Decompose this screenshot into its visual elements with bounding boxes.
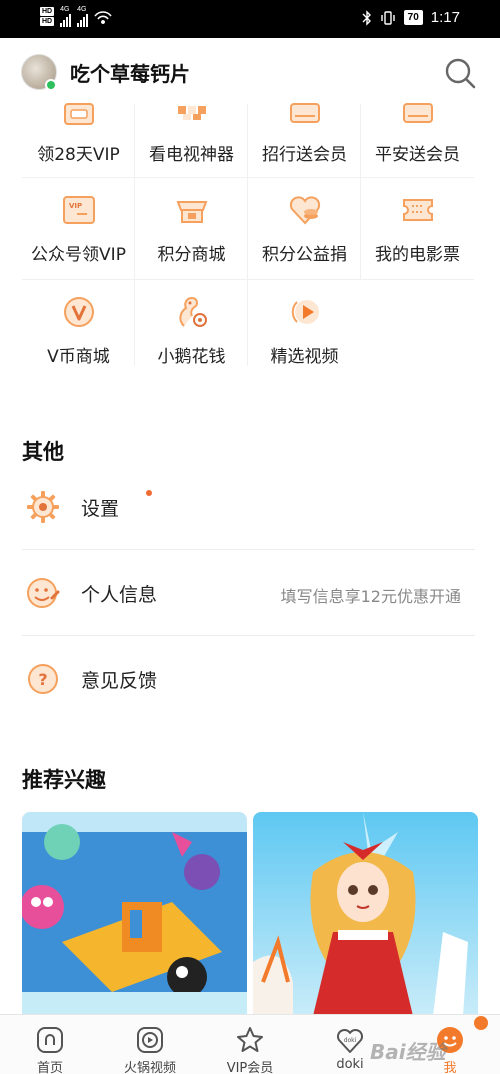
service-label: V币商城 xyxy=(47,347,110,367)
service-label: 公众号领VIP xyxy=(31,245,126,265)
nav-tab-home[interactable]: 首页 xyxy=(0,1015,100,1074)
tv-icon xyxy=(178,106,206,120)
svg-text:VIP: VIP xyxy=(69,202,82,210)
feedback-label: 意见反馈 xyxy=(81,670,158,692)
status-bar: HD HD 4G 4G 70 1:17 xyxy=(0,0,500,38)
signal-icon-2 xyxy=(77,13,89,27)
network-type: 4G xyxy=(60,6,70,13)
service-label: 我的电影票 xyxy=(375,245,460,265)
username[interactable]: 吃个草莓钙片 xyxy=(70,58,190,87)
svg-text:doki: doki xyxy=(344,1037,357,1044)
nav-label: VIP会员 xyxy=(226,1061,274,1074)
service-label: 领28天VIP xyxy=(37,145,120,165)
list-item-settings[interactable]: 设置 xyxy=(22,464,475,550)
service-item-insurance[interactable]: 平安送会员 xyxy=(361,103,474,178)
insurance-icon xyxy=(403,103,433,123)
recommend-card-game[interactable] xyxy=(22,812,247,1016)
cartoon-game-illustration xyxy=(22,812,247,1016)
settings-label: 设置 xyxy=(81,498,120,520)
goose-icon xyxy=(179,296,207,327)
gear-icon xyxy=(27,491,59,523)
search-icon[interactable] xyxy=(443,56,477,90)
wifi-hotspot-icon xyxy=(94,10,112,24)
watermark-text: Bai经验 xyxy=(370,1040,446,1064)
sim2-badge: HD xyxy=(40,17,55,26)
clock: 1:17 xyxy=(430,9,460,26)
service-label: 平安送会员 xyxy=(375,145,460,165)
service-label: 积分公益捐 xyxy=(262,245,347,265)
me-tab-badge xyxy=(474,1016,488,1030)
section-title-recommended: 推荐兴趣 xyxy=(22,768,106,792)
home-icon xyxy=(37,1027,63,1053)
nav-label: 首页 xyxy=(36,1061,63,1074)
christmas-girl-illustration xyxy=(253,812,478,1016)
svg-text:?: ? xyxy=(38,670,47,689)
service-item-bank[interactable]: 招行送会员 xyxy=(248,103,361,178)
service-label: 看电视神器 xyxy=(149,145,234,165)
service-item-tv[interactable]: 看电视神器 xyxy=(135,104,248,178)
nav-tab-hotpot[interactable]: 火锅视频 xyxy=(100,1015,200,1074)
service-item-official-vip[interactable]: VIP 公众号领VIP xyxy=(22,178,135,280)
recommend-card-girl[interactable] xyxy=(253,812,478,1016)
v-coin-icon xyxy=(64,297,94,327)
charity-heart-icon xyxy=(289,196,321,225)
sim1-badge: HD xyxy=(40,7,55,16)
profile-header: 吃个草莓钙片 xyxy=(0,38,500,104)
list-item-personal-info[interactable]: 个人信息 填写信息享12元优惠开通 xyxy=(22,550,475,636)
service-label: 招行送会员 xyxy=(262,145,347,165)
vip-28-icon xyxy=(64,103,94,125)
bank-card-icon xyxy=(290,103,320,123)
service-label: 积分商城 xyxy=(157,245,226,265)
section-title-other: 其他 xyxy=(22,440,64,464)
hotpot-video-icon xyxy=(137,1027,163,1053)
doki-heart-icon: doki xyxy=(336,1028,364,1053)
smile-edit-icon xyxy=(27,578,60,608)
personal-info-label: 个人信息 xyxy=(81,584,158,606)
list-item-feedback[interactable]: ? 意见反馈 xyxy=(22,636,475,722)
service-item-v-coin[interactable]: V币商城 xyxy=(22,280,135,367)
services-grid: 领28天VIP 看电视神器 招行送会员 平安送会员 VIP 公众号领VIP 积分… xyxy=(22,103,475,367)
nav-label: 火锅视频 xyxy=(123,1061,176,1074)
battery-indicator: 70 xyxy=(403,10,423,25)
vip-star-icon xyxy=(237,1027,263,1052)
bluetooth-icon xyxy=(362,9,371,26)
notification-dot xyxy=(146,490,152,496)
service-item-charity[interactable]: 积分公益捐 xyxy=(248,178,361,280)
nav-tab-vip[interactable]: VIP会员 xyxy=(200,1015,300,1074)
service-item-points-mall[interactable]: 积分商城 xyxy=(135,178,248,280)
service-item-goose[interactable]: 小鹅花钱 xyxy=(135,280,248,367)
service-item-movie-ticket[interactable]: 我的电影票 xyxy=(361,178,474,280)
online-status-dot xyxy=(45,79,57,91)
service-item-featured-video[interactable]: 精选视频 xyxy=(248,280,361,367)
service-label: 精选视频 xyxy=(270,347,339,367)
status-left: HD HD 4G 4G xyxy=(40,6,112,27)
vibrate-icon xyxy=(380,10,395,25)
service-label: 小鹅花钱 xyxy=(157,347,226,367)
network-type-2: 4G xyxy=(77,6,87,13)
service-item-vip28[interactable]: 领28天VIP xyxy=(22,103,135,178)
personal-info-hint: 填写信息享12元优惠开通 xyxy=(280,587,461,606)
status-right: 70 1:17 xyxy=(362,9,460,26)
movie-ticket-icon xyxy=(403,199,433,221)
play-video-icon xyxy=(291,300,319,324)
points-mall-icon xyxy=(176,201,208,223)
signal-icon xyxy=(60,13,72,27)
vip-ticket-icon: VIP xyxy=(63,196,95,224)
question-icon: ? xyxy=(28,664,58,694)
